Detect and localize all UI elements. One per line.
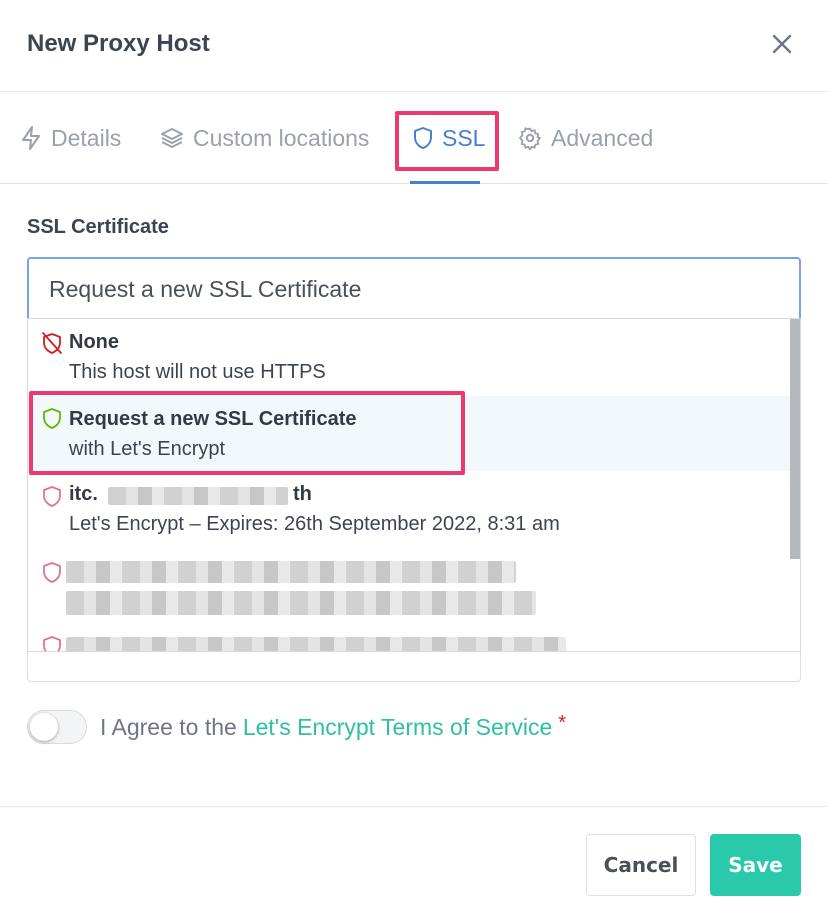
option-request-new-title: Request a new SSL Certificate — [69, 408, 357, 430]
layers-icon — [161, 128, 183, 148]
option-request-new-subtitle: with Let's Encrypt — [69, 438, 226, 460]
tab-advanced-label: Advanced — [551, 124, 654, 151]
ssl-certificate-select[interactable]: Request a new SSL Certificate — [27, 257, 801, 319]
option-redacted-certificate[interactable] — [28, 551, 790, 629]
toggle-knob — [30, 713, 58, 741]
option-none[interactable]: None This host will not use HTTPS — [28, 319, 790, 396]
save-button[interactable]: Save — [710, 834, 801, 896]
redacted-domain — [108, 487, 288, 505]
close-icon — [772, 34, 792, 54]
option-existing-subtitle: Let's Encrypt – Expires: 26th September … — [69, 513, 560, 535]
active-tab-indicator — [410, 181, 480, 184]
tab-advanced[interactable]: Advanced — [518, 92, 653, 184]
bolt-icon — [22, 126, 40, 150]
agree-terms-text: I Agree to the — [100, 713, 237, 740]
ssl-certificate-label: SSL Certificate — [27, 216, 169, 238]
option-redacted-certificate[interactable] — [28, 629, 790, 651]
option-request-new-certificate[interactable]: Request a new SSL Certificate with Let's… — [28, 396, 790, 471]
gear-icon — [519, 127, 541, 150]
option-none-title: None — [69, 331, 119, 353]
option-none-subtitle: This host will not use HTTPS — [69, 361, 326, 383]
tab-bar: Details Custom locations SSL Advanced — [0, 92, 828, 184]
option-existing-title-prefix: itc. — [69, 483, 98, 505]
shield-icon — [43, 636, 61, 651]
tab-custom-locations[interactable]: Custom locations — [160, 92, 369, 184]
option-existing-title-suffix: th — [293, 483, 312, 505]
redacted-subtitle — [66, 591, 536, 615]
tab-details-label: Details — [51, 124, 122, 151]
agree-terms-row: I Agree to the Let's Encrypt Terms of Se… — [27, 708, 566, 746]
dropdown-scrollbar[interactable] — [790, 319, 800, 559]
tab-custom-locations-label: Custom locations — [193, 124, 370, 151]
redacted-title — [66, 637, 566, 651]
tab-details[interactable]: Details — [20, 92, 121, 184]
ssl-certificate-selected-value: Request a new SSL Certificate — [49, 276, 362, 302]
cancel-button[interactable]: Cancel — [586, 834, 696, 896]
redacted-title — [66, 561, 516, 583]
agree-terms-toggle[interactable] — [27, 710, 87, 744]
modal-title: New Proxy Host — [27, 30, 210, 57]
modal-header: New Proxy Host — [0, 0, 828, 92]
tab-ssl[interactable]: SSL — [413, 92, 485, 184]
tab-ssl-label: SSL — [442, 124, 486, 151]
terms-of-service-link[interactable]: Let's Encrypt Terms of Service — [243, 714, 552, 741]
required-marker: * — [558, 711, 567, 734]
shield-icon — [43, 486, 61, 507]
shield-off-icon — [42, 332, 62, 354]
modal-footer — [0, 806, 828, 921]
option-existing-certificate[interactable]: itc. th Let's Encrypt – Expires: 26th Se… — [28, 471, 790, 551]
close-button[interactable] — [766, 28, 798, 60]
ssl-certificate-dropdown: None This host will not use HTTPS Reques… — [27, 318, 801, 652]
shield-icon — [43, 408, 61, 429]
shield-icon — [414, 127, 432, 149]
shield-icon — [43, 562, 61, 583]
